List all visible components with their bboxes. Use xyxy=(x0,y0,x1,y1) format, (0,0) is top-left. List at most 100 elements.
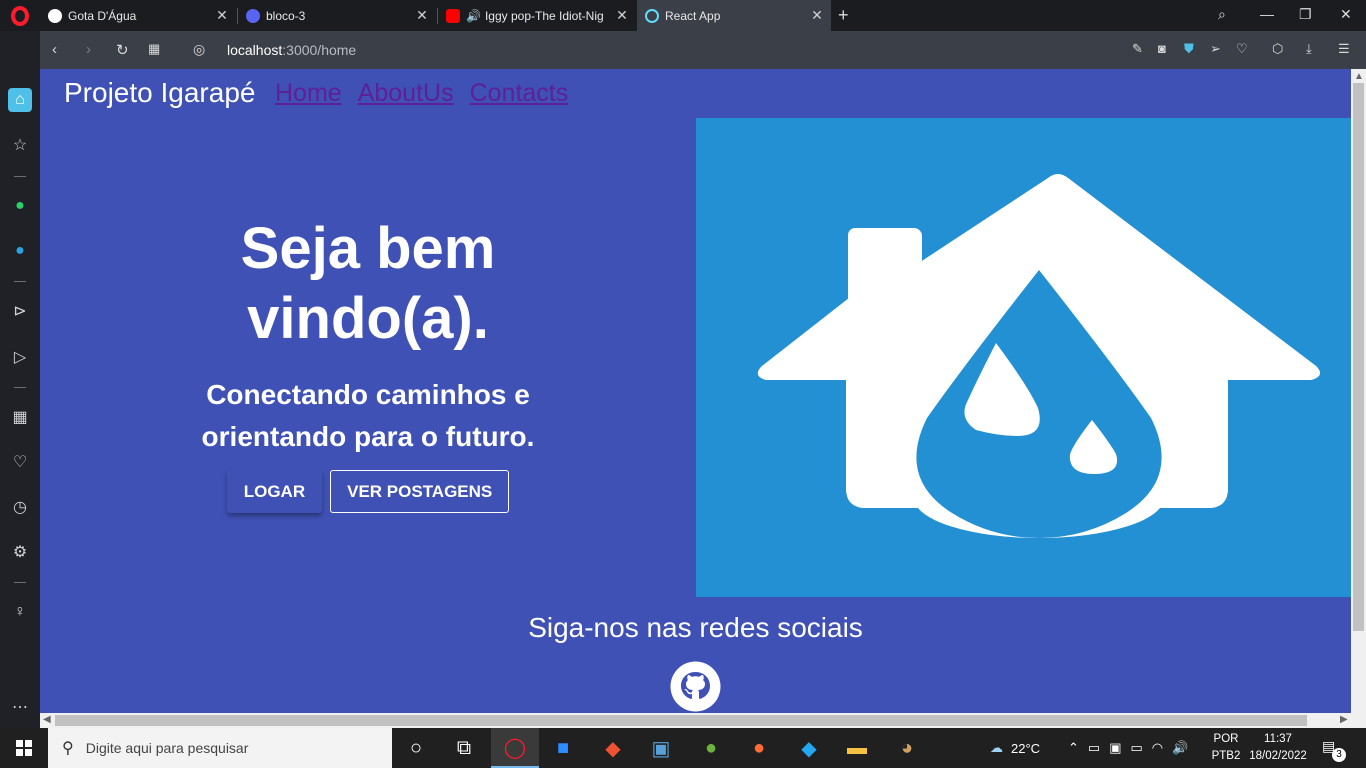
spring-icon[interactable]: ● xyxy=(687,728,735,768)
download-icon[interactable]: ⤓ xyxy=(1306,41,1312,57)
battery-icon[interactable]: ▭ xyxy=(1131,740,1143,756)
more-icon[interactable]: ⋯ xyxy=(8,695,32,719)
postman-icon[interactable]: ● xyxy=(735,728,783,768)
react-icon xyxy=(645,8,659,23)
close-tab-icon[interactable]: ✕ xyxy=(809,7,825,24)
cube-icon[interactable]: ⬡ xyxy=(1272,41,1283,57)
zoom-icon[interactable]: ■ xyxy=(539,728,587,768)
lightbulb-icon[interactable]: ♀ xyxy=(8,600,32,624)
tab-title: Gota D'Água xyxy=(68,8,137,23)
keyboard-layout: PTB2 xyxy=(1211,750,1241,762)
tab-bloco-3[interactable]: bloco-3 ✕ xyxy=(238,0,436,31)
tab-react-app[interactable]: React App ✕ xyxy=(637,0,831,31)
reload-icon[interactable]: ↻ xyxy=(116,41,129,59)
scroll-right-icon[interactable]: ▶ xyxy=(1340,714,1348,725)
close-tab-icon[interactable]: ✕ xyxy=(614,7,630,24)
brand-title: Projeto Igarapé xyxy=(64,77,256,108)
hero-title-line: Seja bem xyxy=(240,216,496,281)
vertical-scrollbar[interactable]: ▲ xyxy=(1351,69,1366,713)
heart-icon[interactable]: ♡ xyxy=(1236,41,1248,57)
vertical-scroll-thumb[interactable] xyxy=(1353,83,1364,631)
whatsapp-icon[interactable]: ● xyxy=(8,194,32,218)
extensions-grid-icon[interactable]: ▦ xyxy=(8,405,32,429)
clock-date: 18/02/2022 xyxy=(1249,750,1307,762)
camera-icon[interactable]: ◙ xyxy=(1158,41,1166,56)
tab-strip: Gota D'Água ✕ bloco-3 ✕ 🔊 Iggy pop-The I… xyxy=(0,0,1366,31)
mysql-icon[interactable]: ▣ xyxy=(637,728,685,768)
home-icon[interactable]: ⌂ xyxy=(8,88,32,112)
file-explorer-icon[interactable]: ▬ xyxy=(833,728,881,768)
wifi-icon[interactable]: ◠ xyxy=(1152,740,1163,756)
paint-icon[interactable]: ◕ xyxy=(883,728,931,768)
url-field[interactable]: localhost:3000/home xyxy=(227,42,356,58)
hero-title: Seja bem vindo(a). xyxy=(40,214,696,354)
vscode-icon[interactable]: ◆ xyxy=(785,728,833,768)
history-icon[interactable]: ◷ xyxy=(8,495,32,519)
gitkraken-icon[interactable]: ◆ xyxy=(589,728,637,768)
nav-contacts-link[interactable]: Contacts xyxy=(470,79,569,108)
volume-icon[interactable]: 🔊 xyxy=(1172,740,1188,756)
tab-iggy-pop[interactable]: 🔊 Iggy pop-The Idiot-Nig ✕ xyxy=(438,0,636,31)
tab-gota-dagua[interactable]: Gota D'Água ✕ xyxy=(40,0,236,31)
hero-title-line: vindo(a). xyxy=(247,286,489,351)
site-info-icon[interactable]: ◎ xyxy=(193,41,205,58)
horizontal-scrollbar[interactable]: ◀ ▶ xyxy=(40,713,1366,728)
horizontal-scroll-thumb[interactable] xyxy=(55,715,1307,726)
speaker-icon[interactable]: 🔊 xyxy=(466,9,481,23)
hero-subtitle: Conectando caminhos e orientando para o … xyxy=(40,374,696,458)
cortana-icon[interactable]: ○ xyxy=(392,728,440,768)
new-tab-icon[interactable]: + xyxy=(838,5,849,26)
weather-widget[interactable]: ☁ 22°C xyxy=(990,728,1040,768)
edit-icon[interactable]: ✎ xyxy=(1132,41,1143,57)
clock[interactable]: 11:37 18/02/2022 xyxy=(1246,731,1310,765)
tab-title: Iggy pop-The Idiot-Nig xyxy=(484,8,604,23)
system-tray: ⌃ ▭ ▣ ▭ ◠ 🔊 xyxy=(1068,728,1188,768)
close-window-icon[interactable]: ✕ xyxy=(1340,6,1352,23)
chevron-up-icon[interactable]: ⌃ xyxy=(1068,740,1079,756)
login-button[interactable]: LOGAR xyxy=(226,470,323,513)
task-view-icon[interactable]: ⧉ xyxy=(440,728,488,768)
nav-home-link[interactable]: Home xyxy=(275,79,342,108)
search-tabs-icon[interactable]: ⌕ xyxy=(1218,6,1226,23)
minimize-icon[interactable]: — xyxy=(1260,6,1274,22)
hero-subtitle-line: orientando para o futuro. xyxy=(201,421,535,452)
view-posts-button[interactable]: VER POSTAGENS xyxy=(330,470,510,513)
scroll-up-icon[interactable]: ▲ xyxy=(1354,71,1364,82)
github-icon[interactable] xyxy=(670,661,721,712)
meet-icon[interactable]: ▭ xyxy=(1088,740,1100,756)
display-icon[interactable]: ▣ xyxy=(1109,740,1121,756)
close-tab-icon[interactable]: ✕ xyxy=(214,7,230,24)
taskbar-search[interactable]: ⚲ Digite aqui para pesquisar xyxy=(48,728,392,768)
telegram-icon[interactable]: ● xyxy=(8,239,32,263)
restore-icon[interactable]: ❐ xyxy=(1299,6,1312,23)
weather-temp: 22°C xyxy=(1011,740,1041,756)
send-icon[interactable]: ▷ xyxy=(8,345,32,369)
discord-icon xyxy=(246,8,260,23)
forward-icon[interactable]: › xyxy=(86,41,91,58)
menu-icon[interactable]: ☰ xyxy=(1338,41,1350,57)
opera-logo-icon[interactable] xyxy=(0,0,40,31)
house-water-drop-logo xyxy=(696,118,1351,597)
hero-text: Seja bem vindo(a). Conectando caminhos e… xyxy=(40,214,696,513)
vpn-shield-icon[interactable]: ⛊ xyxy=(1184,41,1194,57)
url-path: :3000/home xyxy=(282,42,357,58)
tab-title: React App xyxy=(665,8,721,23)
back-icon[interactable]: ‹ xyxy=(52,41,57,58)
opera-taskbar-icon[interactable]: ◯ xyxy=(491,728,539,768)
main-nav: Home AboutUs Contacts xyxy=(275,79,568,108)
windows-start-icon[interactable] xyxy=(16,740,32,756)
social-title: Siga-nos nas redes sociais xyxy=(528,612,863,643)
youtube-icon xyxy=(446,8,460,23)
star-icon[interactable]: ☆ xyxy=(8,133,32,157)
hero-buttons: LOGAR VER POSTAGENS xyxy=(40,470,696,513)
player-icon[interactable]: ⊳ xyxy=(8,299,32,323)
heart-icon[interactable]: ♡ xyxy=(8,450,32,474)
close-tab-icon[interactable]: ✕ xyxy=(414,7,430,24)
scroll-left-icon[interactable]: ◀ xyxy=(43,714,51,725)
tabs-grid-icon[interactable]: ▦ xyxy=(148,41,160,57)
language-indicator[interactable]: POR PTB2 xyxy=(1210,731,1242,765)
nav-aboutus-link[interactable]: AboutUs xyxy=(358,79,454,108)
settings-gear-icon[interactable]: ⚙ xyxy=(8,540,32,564)
url-host: localhost xyxy=(227,42,283,58)
send-icon[interactable]: ➢ xyxy=(1210,41,1221,57)
